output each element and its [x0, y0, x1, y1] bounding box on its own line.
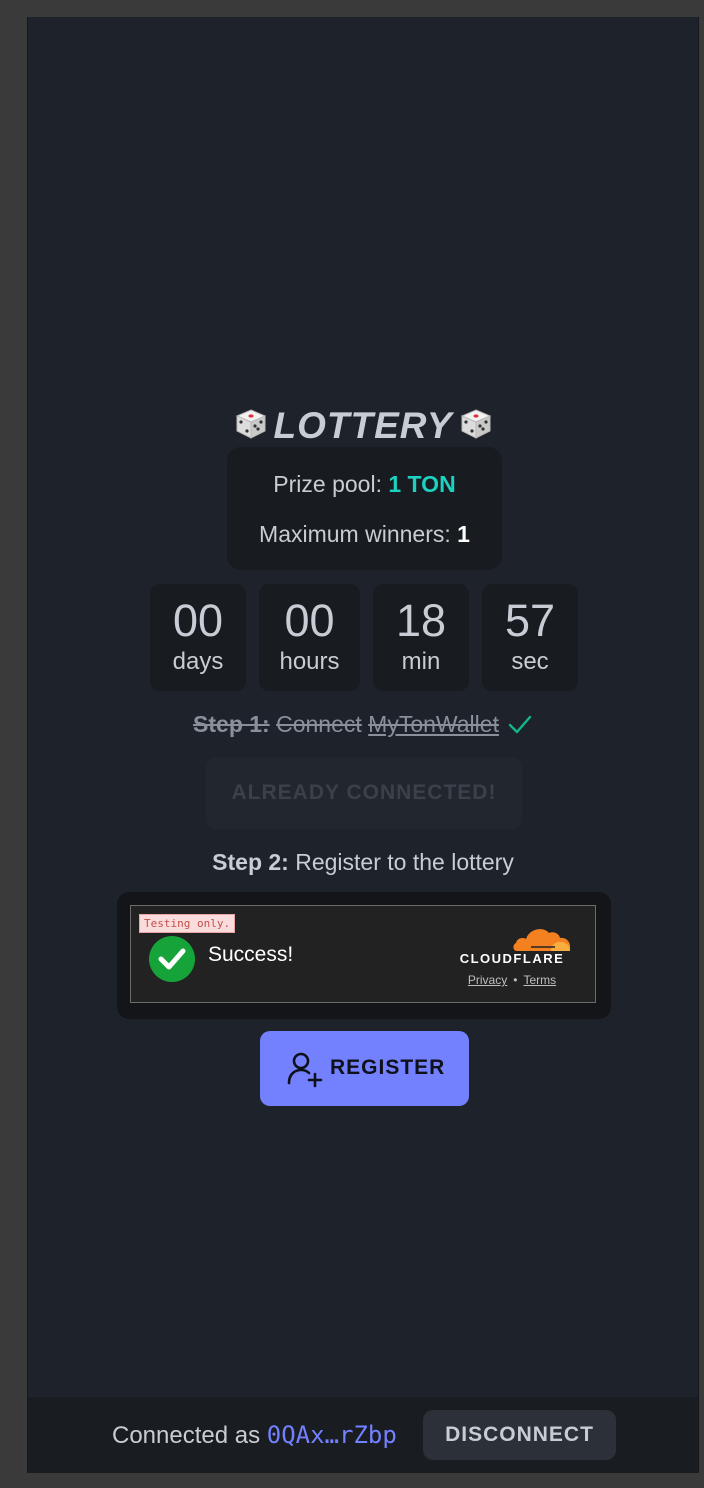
countdown-hours-unit: hours: [279, 648, 340, 675]
register-button[interactable]: REGISTER: [260, 1031, 469, 1106]
page-title: LOTTERY: [28, 405, 698, 447]
step-2-label: Step 2:: [212, 849, 289, 875]
prize-pool-label: Prize pool:: [273, 471, 382, 497]
countdown-minutes: 18 min: [373, 584, 469, 691]
connection-status: Connected as 0QAx…rZbp: [112, 1421, 397, 1450]
wallet-address: 0QAx…rZbp: [266, 1421, 397, 1449]
cloudflare-turnstile-widget[interactable]: Testing only. Success! CLOUDFLARE Privac…: [130, 905, 596, 1003]
max-winners-label: Maximum winners:: [259, 521, 451, 547]
step-1-label: Step 1:: [193, 711, 270, 737]
countdown-days-value: 00: [172, 595, 224, 646]
max-winners-value: 1: [457, 521, 470, 547]
success-check-icon: [149, 936, 195, 982]
cloudflare-cloud-icon: [513, 929, 571, 951]
step-2-heading: Step 2: Register to the lottery: [28, 849, 698, 876]
prize-info-card: Prize pool: 1 TON Maximum winners: 1: [227, 447, 502, 570]
max-winners-line: Maximum winners: 1: [227, 521, 502, 548]
countdown-hours-value: 00: [284, 595, 335, 646]
prize-pool-line: Prize pool: 1 TON: [227, 471, 502, 498]
check-icon: [507, 711, 533, 737]
add-user-icon: [287, 1052, 323, 1088]
main-content: LOTTERY Prize pool: 1 TON Maximum winner…: [28, 17, 698, 1397]
captcha-status: Success!: [208, 943, 294, 966]
step-1-heading: Step 1: Connect MyTonWallet: [28, 711, 698, 739]
countdown-minutes-value: 18: [395, 595, 447, 646]
prize-pool-value: 1 TON: [388, 471, 456, 497]
connected-as-label: Connected as: [112, 1422, 261, 1449]
step-2-text: Register to the lottery: [295, 849, 514, 875]
disconnect-button[interactable]: DISCONNECT: [423, 1410, 616, 1460]
mytonwallet-link[interactable]: MyTonWallet: [368, 711, 499, 737]
countdown-seconds-value: 57: [504, 595, 556, 646]
register-button-label: REGISTER: [330, 1056, 446, 1079]
captcha-container: Testing only. Success! CLOUDFLARE Privac…: [117, 892, 611, 1019]
testing-only-badge: Testing only.: [139, 914, 236, 933]
step-1-text: Connect: [276, 711, 362, 737]
game-die-icon: [234, 407, 268, 441]
countdown-seconds: 57 sec: [482, 584, 578, 691]
link-separator: •: [513, 973, 518, 987]
title-text: LOTTERY: [273, 405, 453, 446]
countdown-minutes-unit: min: [401, 648, 441, 675]
terms-link[interactable]: Terms: [523, 973, 556, 987]
cloudflare-brand: CLOUDFLARE: [459, 951, 565, 966]
privacy-link[interactable]: Privacy: [468, 973, 507, 987]
already-connected-button[interactable]: ALREADY CONNECTED!: [206, 757, 522, 829]
app-window: LOTTERY Prize pool: 1 TON Maximum winner…: [27, 17, 699, 1473]
countdown-days: 00 days: [150, 584, 246, 691]
countdown-days-unit: days: [172, 648, 224, 675]
countdown-seconds-unit: sec: [511, 648, 549, 675]
game-die-icon: [459, 407, 493, 441]
footer-bar: Connected as 0QAx…rZbp DISCONNECT: [28, 1397, 698, 1473]
captcha-links: Privacy • Terms: [449, 973, 575, 987]
countdown-hours: 00 hours: [259, 584, 360, 691]
